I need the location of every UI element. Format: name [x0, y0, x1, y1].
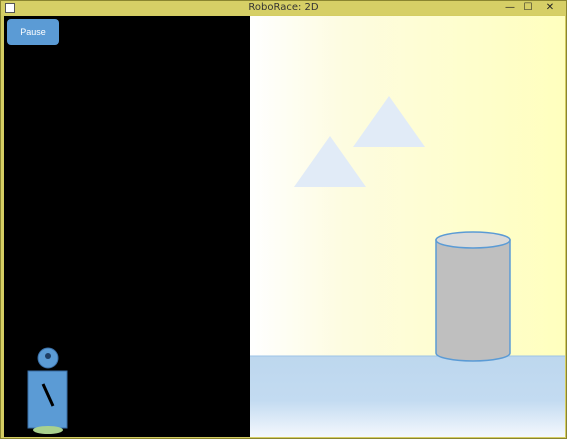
close-button[interactable]: ✕: [541, 1, 559, 14]
race-track: [250, 16, 565, 437]
robot-sprite: [27, 347, 68, 434]
title-bar[interactable]: RoboRace: 2D — ☐ ✕: [1, 1, 566, 15]
game-client-area: Pause: [4, 16, 565, 437]
robot-eye: [45, 353, 51, 359]
maximize-button[interactable]: ☐: [519, 1, 537, 14]
game-window: RoboRace: 2D — ☐ ✕ Pause: [0, 0, 567, 439]
robot-body: [27, 370, 68, 429]
window-title: RoboRace: 2D: [248, 2, 319, 13]
scene-canvas: [250, 96, 565, 437]
triangle-obstacle-lower: [294, 136, 366, 187]
triangle-obstacle-upper: [353, 96, 425, 147]
ground: [250, 356, 565, 437]
minimize-button[interactable]: —: [501, 1, 519, 14]
control-panel: Pause: [4, 16, 250, 437]
cylinder-obstacle: [435, 231, 511, 362]
pause-button[interactable]: Pause: [7, 19, 59, 45]
robot-base: [33, 426, 63, 434]
